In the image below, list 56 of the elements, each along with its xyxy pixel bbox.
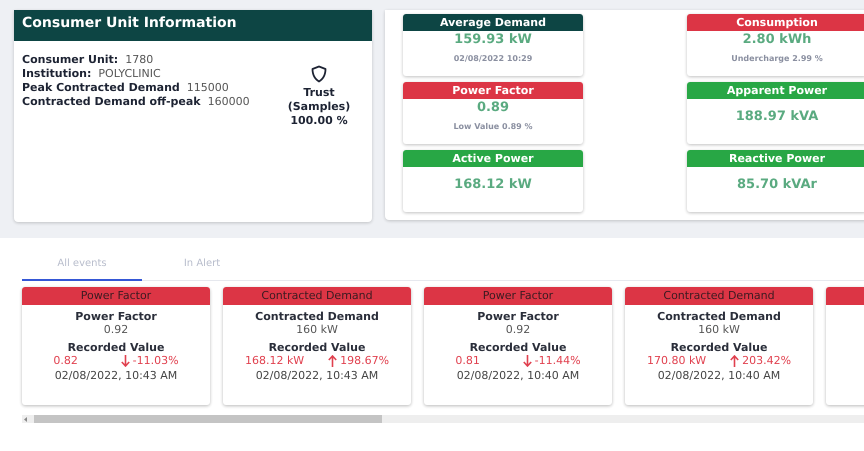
metric-note: 02/08/2022 10:29	[454, 54, 532, 63]
tab[interactable]: All events	[22, 248, 142, 281]
event-name: Contracted Demand	[657, 310, 781, 323]
event-limit: 160 kW	[698, 323, 740, 336]
scrollbar-thumb[interactable]	[34, 415, 382, 423]
info-field: Peak Contracted Demand 115000	[22, 81, 274, 95]
event-name: Power Factor	[477, 310, 559, 323]
event-time: 02/08/2022, 10:43 AM	[54, 369, 178, 382]
recorded-value: 0.82	[53, 354, 78, 367]
event-time: 02/08/2022, 10:40 AM	[456, 369, 580, 382]
info-field: Consumer Unit: 1780	[22, 53, 274, 67]
metric-value: 168.12 kW	[454, 177, 532, 192]
metric-title: Reactive Power	[687, 150, 864, 167]
recorded-label: Recorded Value	[670, 341, 768, 354]
recorded-value: 168.12 kW	[244, 354, 304, 367]
metric-title: Average Demand	[403, 14, 583, 31]
event-title: Power Factor	[424, 287, 612, 305]
metric-title: Active Power	[403, 150, 583, 167]
event-limit: 0.92	[506, 323, 530, 336]
recorded-value: 0.81	[455, 354, 480, 367]
metric-note: Low Value 0.89 %	[453, 122, 533, 131]
event-title: Contracted Demand	[625, 287, 813, 305]
event-name: Contracted Demand	[255, 310, 379, 323]
trust-label: Trust (Samples)	[287, 86, 351, 114]
scrollbar[interactable]	[22, 415, 864, 423]
metric-title: Consumption	[687, 14, 864, 31]
metric-value: 159.93 kW	[454, 32, 532, 47]
recorded-label: Recorded Value	[470, 341, 566, 354]
event-title: Contracted Demand	[223, 287, 411, 305]
event-time: 02/08/2022, 10:43 AM	[256, 369, 378, 382]
event-title: Power Factor	[22, 287, 210, 305]
shield-icon	[311, 65, 327, 83]
info-field: Institution: POLYCLINIC	[22, 67, 274, 81]
change-percent: 203.42%	[742, 354, 792, 367]
info-field: Contracted Demand off-peak 160000	[22, 95, 274, 109]
event-limit: 160 kW	[296, 323, 338, 336]
recorded-label: Recorded Value	[68, 341, 164, 354]
card-title: Consumer Unit Information	[14, 10, 372, 41]
change-percent: -11.03%	[132, 354, 179, 367]
metric-note: Undercharge 2.99 %	[731, 54, 823, 63]
metric-value: 0.89	[476, 100, 510, 115]
metric-value: 2.80 kWh	[742, 32, 812, 47]
metric-title: Apparent Power	[687, 82, 864, 99]
metric-value: 85.70 kVAr	[737, 177, 817, 192]
recorded-label: Recorded Value	[268, 341, 366, 354]
tab[interactable]: In Alert	[142, 248, 262, 281]
event-name: Power Factor	[75, 310, 157, 323]
scroll-left-icon[interactable]	[24, 416, 28, 422]
event-time: 02/08/2022, 10:40 AM	[658, 369, 780, 382]
change-percent: -11.44%	[534, 354, 581, 367]
event-limit: 0.92	[104, 323, 128, 336]
metric-value: 188.97 kVA	[736, 109, 818, 124]
recorded-value: 170.80 kW	[646, 354, 706, 367]
metric-title: Power Factor	[403, 82, 583, 99]
trust-value: 100.00 %	[290, 114, 348, 128]
change-percent: 198.67%	[340, 354, 390, 367]
